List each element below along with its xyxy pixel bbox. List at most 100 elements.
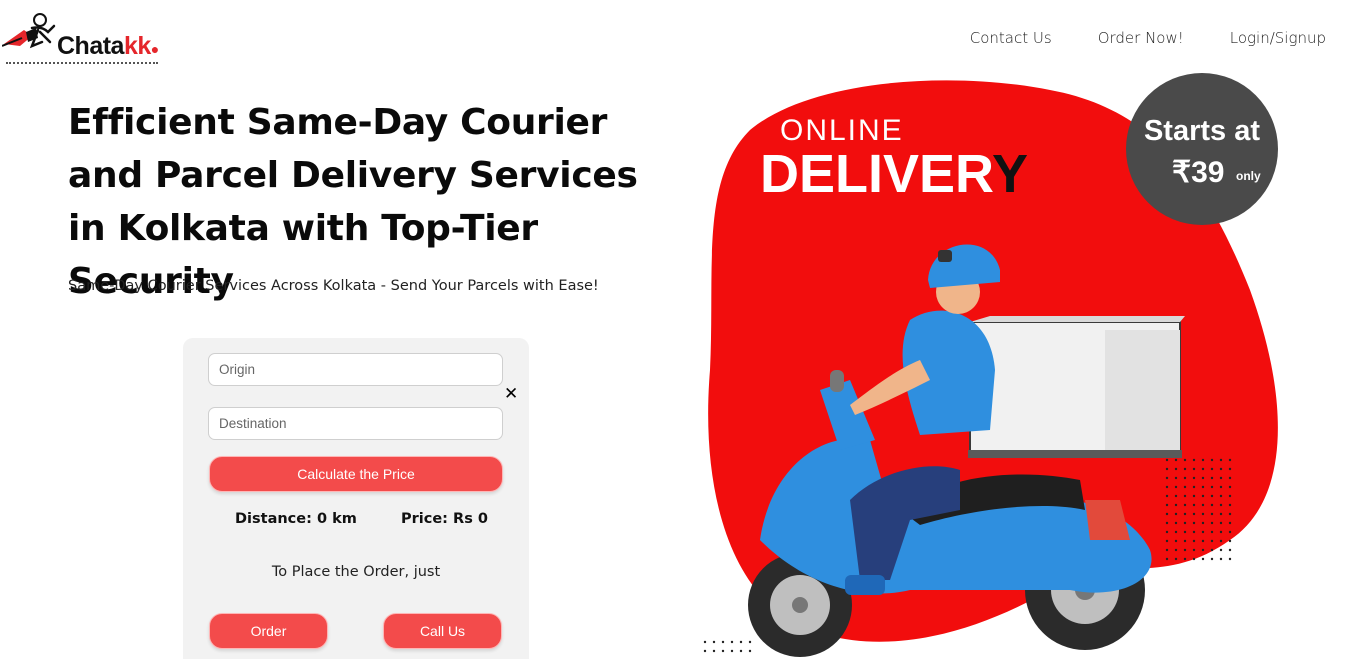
decor-dot xyxy=(1210,521,1214,525)
decor-dot xyxy=(1183,557,1187,561)
nav-order-now[interactable]: Order Now! xyxy=(1098,29,1184,47)
decor-dot xyxy=(1192,530,1196,534)
decor-dot xyxy=(1201,467,1205,471)
decor-dot xyxy=(1210,476,1214,480)
price-badge-circle xyxy=(1126,73,1278,225)
price-calculator-card: ✕ Calculate the Price Distance: 0 km Pri… xyxy=(183,338,529,659)
decor-dot xyxy=(1183,458,1187,462)
decor-dot xyxy=(712,649,716,653)
decor-dot xyxy=(1228,530,1232,534)
order-button[interactable]: Order xyxy=(209,613,328,649)
decor-dot xyxy=(739,649,743,653)
decor-dot xyxy=(1219,476,1223,480)
decor-dot xyxy=(1192,521,1196,525)
brand-name-accent: kk xyxy=(123,32,151,60)
decor-dot xyxy=(1192,557,1196,561)
decor-dot xyxy=(1192,512,1196,516)
decor-dot xyxy=(1165,476,1169,480)
destination-input[interactable] xyxy=(208,407,503,440)
decor-dot xyxy=(1192,458,1196,462)
banner-delivery-dark: Y xyxy=(992,144,1028,204)
decor-dot xyxy=(1165,548,1169,552)
decor-dot xyxy=(712,640,716,644)
decor-dot xyxy=(1192,494,1196,498)
decor-dot xyxy=(1210,557,1214,561)
decor-dot xyxy=(1201,485,1205,489)
banner-delivery-text: DELIVERY xyxy=(760,144,1028,204)
decor-dot xyxy=(1174,539,1178,543)
decor-dot xyxy=(1228,503,1232,507)
decor-dot xyxy=(1174,485,1178,489)
decor-dot xyxy=(1219,557,1223,561)
logo-underline xyxy=(6,62,158,64)
decor-dot xyxy=(1192,548,1196,552)
decor-dot xyxy=(1183,494,1187,498)
decor-dot xyxy=(748,640,752,644)
decor-dot xyxy=(1192,485,1196,489)
calculate-price-button[interactable]: Calculate the Price xyxy=(209,456,503,492)
delivery-banner: /* placeholder */ ONLINE DELIVERY Starts… xyxy=(690,70,1290,659)
decor-dot xyxy=(730,649,734,653)
decor-dot xyxy=(1165,467,1169,471)
decor-dot xyxy=(1192,503,1196,507)
decor-dot xyxy=(1174,530,1178,534)
decor-dot xyxy=(1219,458,1223,462)
decor-dot xyxy=(1228,485,1232,489)
decor-dot xyxy=(1210,548,1214,552)
place-order-text: To Place the Order, just xyxy=(271,564,441,580)
decor-dot xyxy=(1210,503,1214,507)
decor-dot xyxy=(1219,539,1223,543)
decor-dot xyxy=(1228,512,1232,516)
decor-dot xyxy=(1165,458,1169,462)
decor-dot xyxy=(1219,494,1223,498)
decor-dot xyxy=(1165,512,1169,516)
decor-dot xyxy=(1165,485,1169,489)
delivery-banner-illustration: /* placeholder */ ONLINE DELIVERY Starts… xyxy=(703,73,1278,657)
decor-dot xyxy=(1201,539,1205,543)
decor-dot xyxy=(1183,539,1187,543)
decor-dot xyxy=(1183,467,1187,471)
decor-dot xyxy=(1174,476,1178,480)
decor-dot xyxy=(1183,512,1187,516)
decor-dot xyxy=(703,649,707,653)
decor-dot xyxy=(1201,458,1205,462)
decor-dot xyxy=(1228,539,1232,543)
call-us-button[interactable]: Call Us xyxy=(383,613,502,649)
decor-dot xyxy=(703,640,707,644)
decor-dot xyxy=(1228,476,1232,480)
decor-dot xyxy=(1165,539,1169,543)
location-pin-icon: ● xyxy=(150,41,159,57)
decor-dot xyxy=(1174,521,1178,525)
decor-dot xyxy=(1219,530,1223,534)
decor-dot xyxy=(739,640,743,644)
origin-input[interactable] xyxy=(208,353,503,386)
close-icon[interactable]: ✕ xyxy=(504,384,518,404)
decor-dot xyxy=(1165,494,1169,498)
decor-dot xyxy=(1165,503,1169,507)
nav-contact-us[interactable]: Contact Us xyxy=(970,29,1052,47)
decor-dot xyxy=(1174,467,1178,471)
decor-dot xyxy=(1183,548,1187,552)
decor-dot xyxy=(1228,467,1232,471)
decor-dot xyxy=(730,640,734,644)
brand-logo[interactable]: Chatakk● xyxy=(2,12,162,64)
decor-dot xyxy=(1174,548,1178,552)
decor-dot xyxy=(1228,557,1232,561)
decor-dot xyxy=(1228,548,1232,552)
decor-dot xyxy=(1210,512,1214,516)
decor-dot xyxy=(1201,503,1205,507)
decor-dot xyxy=(1228,458,1232,462)
main-nav: Contact Us Order Now! Login/Signup xyxy=(970,29,1326,47)
decor-dot xyxy=(1174,503,1178,507)
banner-delivery-white: DELIVER xyxy=(760,144,993,204)
decor-dot xyxy=(1210,530,1214,534)
decor-dot xyxy=(1210,467,1214,471)
decor-dot xyxy=(1201,557,1205,561)
decor-dot xyxy=(1192,476,1196,480)
brand-name: Chatakk● xyxy=(57,32,159,61)
decor-dot xyxy=(1174,512,1178,516)
nav-login-signup[interactable]: Login/Signup xyxy=(1230,29,1326,47)
decor-dot xyxy=(1219,512,1223,516)
distance-readout: Distance: 0 km xyxy=(235,511,357,527)
decor-dot xyxy=(1201,548,1205,552)
